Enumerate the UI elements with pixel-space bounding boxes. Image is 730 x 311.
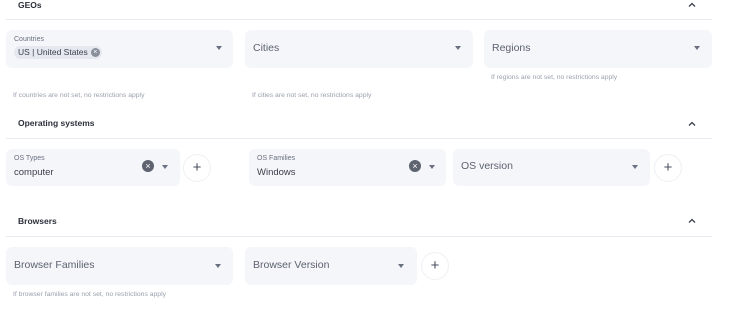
caret-down-icon xyxy=(429,165,435,169)
caret-down-icon xyxy=(398,264,404,268)
clear-icon[interactable]: × xyxy=(142,160,154,172)
cities-select[interactable]: Cities xyxy=(245,30,473,68)
geos-section-title: GEOs xyxy=(18,0,42,10)
os-divider xyxy=(6,138,712,139)
chevron-up-icon[interactable] xyxy=(687,119,697,129)
cities-placeholder: Cities xyxy=(253,42,280,54)
countries-label: Countries xyxy=(14,36,44,43)
cities-hint: If cities are not set, no restrictions a… xyxy=(252,92,372,99)
caret-down-icon xyxy=(215,264,221,268)
clear-icon[interactable]: × xyxy=(409,160,421,172)
caret-down-icon xyxy=(694,46,700,50)
countries-select[interactable]: Countries US | United States × xyxy=(6,30,233,68)
caret-down-icon xyxy=(455,46,461,50)
os-section-title: Operating systems xyxy=(18,118,95,128)
add-os-version-button[interactable]: + xyxy=(654,154,682,182)
caret-down-icon xyxy=(216,46,222,50)
add-browser-button[interactable]: + xyxy=(421,252,449,280)
browser-version-select[interactable]: Browser Version xyxy=(245,247,417,285)
os-types-label: OS Types xyxy=(14,155,45,162)
os-version-select[interactable]: OS version xyxy=(453,149,650,186)
chevron-up-icon[interactable] xyxy=(687,216,697,226)
os-version-placeholder: OS version xyxy=(461,160,513,172)
country-chip-label: US | United States xyxy=(18,47,88,57)
browser-families-select[interactable]: Browser Families xyxy=(6,247,233,285)
regions-hint: If regions are not set, no restrictions … xyxy=(491,74,618,81)
browser-version-placeholder: Browser Version xyxy=(253,259,330,271)
regions-select[interactable]: Regions xyxy=(484,30,712,68)
chip-remove-icon[interactable]: × xyxy=(90,48,100,57)
caret-down-icon xyxy=(162,165,168,169)
os-types-value: computer xyxy=(14,167,54,178)
browsers-section-title: Browsers xyxy=(18,216,57,226)
geos-divider xyxy=(6,19,712,20)
browser-families-hint: If browser families are not set, no rest… xyxy=(13,291,166,298)
countries-hint: If countries are not set, no restriction… xyxy=(13,92,145,99)
os-families-value: Windows xyxy=(257,167,296,178)
os-families-label: OS Families xyxy=(257,155,296,162)
regions-placeholder: Regions xyxy=(492,42,531,54)
chevron-up-icon[interactable] xyxy=(687,0,697,10)
add-os-type-button[interactable]: + xyxy=(183,154,211,182)
browser-families-placeholder: Browser Families xyxy=(14,259,95,271)
caret-down-icon xyxy=(632,165,638,169)
browsers-divider xyxy=(6,236,712,237)
country-chip: US | United States × xyxy=(14,46,102,59)
os-families-select[interactable]: OS Families Windows × xyxy=(249,149,446,186)
os-types-select[interactable]: OS Types computer × xyxy=(6,149,180,186)
